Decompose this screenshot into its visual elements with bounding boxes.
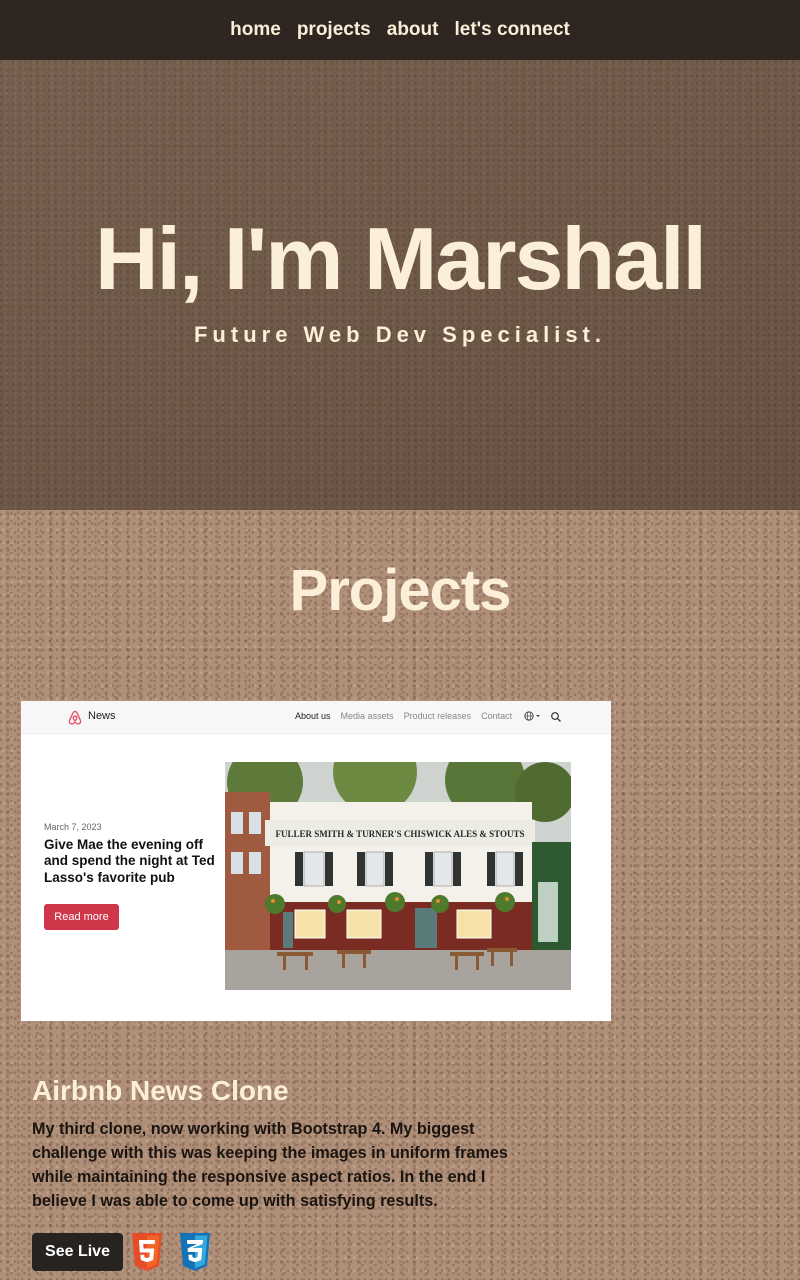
search-icon <box>551 712 561 722</box>
css3-icon <box>180 1233 210 1271</box>
preview-nav-links: About us Media assets Product releases C… <box>295 711 512 721</box>
preview-article-date: March 7, 2023 <box>44 822 102 832</box>
project-title: Airbnb News Clone <box>32 1075 289 1106</box>
preview-link-releases: Product releases <box>403 711 472 721</box>
hero-section: Hi, I'm Marshall Future Web Dev Speciali… <box>0 60 800 510</box>
preview-navbar: News About us Media assets Product relea… <box>21 701 611 734</box>
preview-link-about: About us <box>295 711 331 721</box>
projects-heading: Projects <box>289 558 512 623</box>
main-navbar: home projects about let's connect <box>0 0 800 60</box>
html5-icon <box>132 1233 162 1271</box>
airbnb-logo-icon <box>68 710 82 725</box>
preview-link-media: Media assets <box>340 711 394 721</box>
pub-photo: FULLER SMITH & TURNER'S CHISWICK ALES & … <box>225 762 571 990</box>
project-description: My third clone, now working with Bootstr… <box>32 1120 508 1210</box>
preview-article-headline: Give Mae the evening off and spend the n… <box>44 837 215 885</box>
see-live-button[interactable]: See Live <box>32 1233 123 1271</box>
nav-link-connect[interactable]: let's connect <box>454 19 569 41</box>
nav-link-home[interactable]: home <box>230 19 281 41</box>
preview-link-contact: Contact <box>481 711 513 721</box>
preview-read-more-button: Read more <box>44 904 119 930</box>
project-preview-image: News About us Media assets Product relea… <box>21 701 611 1021</box>
hero-title: Hi, I'm Marshall <box>95 209 707 308</box>
nav-link-projects[interactable]: projects <box>297 19 371 41</box>
hero-subtitle: Future Web Dev Specialist. <box>193 322 606 347</box>
preview-brand-label: News <box>88 710 116 722</box>
globe-icon <box>524 711 540 721</box>
nav-link-about[interactable]: about <box>387 19 439 41</box>
svg-text:FULLER SMITH & TURNER'S CHISWI: FULLER SMITH & TURNER'S CHISWICK ALES & … <box>276 829 525 839</box>
